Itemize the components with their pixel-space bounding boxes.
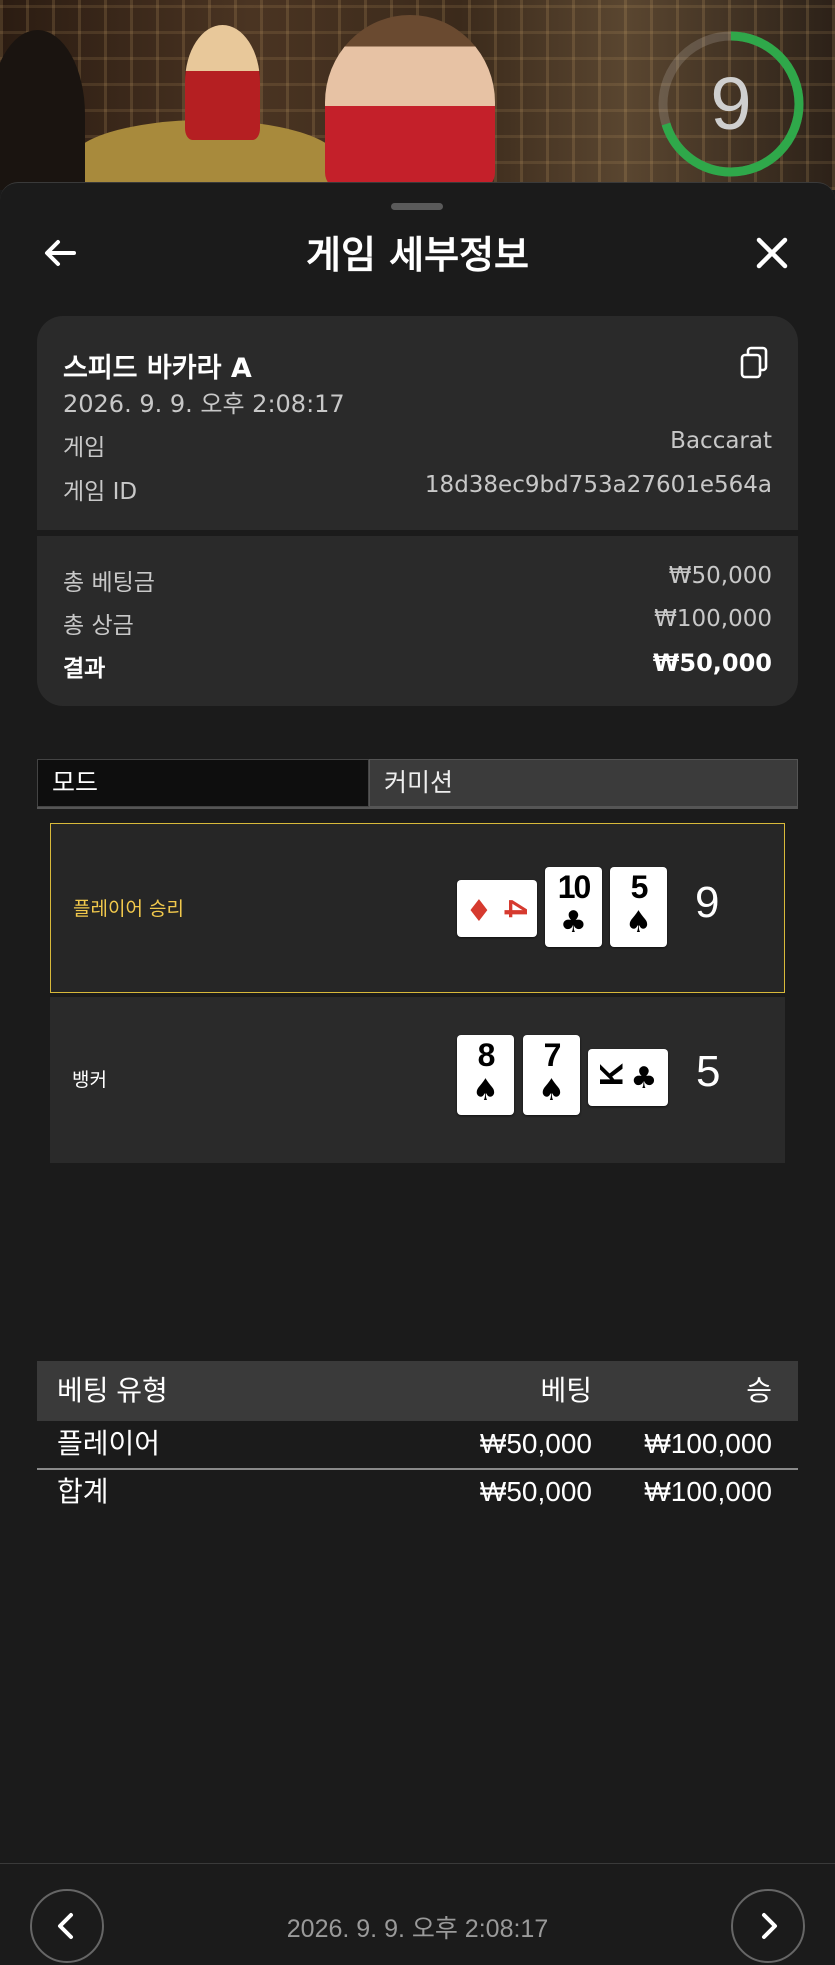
playing-card: ♦ 4 <box>457 880 537 937</box>
game-datetime: 2026. 9. 9. 오후 2:08:17 <box>63 390 345 418</box>
playing-card: 5 ♠ <box>610 867 667 947</box>
tab-bar: 모드 커미션 <box>37 759 798 809</box>
bets-table-header: 베팅 유형 베팅 승 <box>37 1361 798 1421</box>
col-bet: 베팅 <box>540 1375 592 1406</box>
tab-mode[interactable]: 모드 <box>37 759 369 807</box>
total-label: 합계 <box>57 1476 109 1507</box>
playing-card: 8 ♠ <box>457 1035 514 1115</box>
result-value: ₩50,000 <box>652 649 772 677</box>
col-bet-type: 베팅 유형 <box>57 1375 168 1406</box>
table-total-row: 합계 ₩50,000 ₩100,000 <box>37 1469 798 1515</box>
card-rank: 4 <box>497 899 534 916</box>
total-bet-label: 총 베팅금 <box>63 570 155 596</box>
total-winnings-value: ₩100,000 <box>654 606 772 632</box>
game-info-card: 스피드 바카라 A 2026. 9. 9. 오후 2:08:17 게임 Bacc… <box>37 316 798 706</box>
footer-divider <box>0 1863 835 1864</box>
total-winnings-label: 총 상금 <box>63 613 134 639</box>
dealer-figure-back <box>185 25 260 140</box>
result-label: 결과 <box>63 656 106 682</box>
card-suit: ♣ <box>560 905 587 940</box>
total-bet: ₩50,000 <box>479 1476 592 1507</box>
player-result-label: 플레이어 승리 <box>73 898 184 920</box>
banker-result-label: 뱅커 <box>72 1069 107 1091</box>
total-win: ₩100,000 <box>644 1476 772 1507</box>
chevron-right-icon <box>762 1913 777 1939</box>
card-rank: 7 <box>543 1037 562 1073</box>
game-value: Baccarat <box>670 428 772 454</box>
col-win: 승 <box>746 1375 772 1406</box>
close-icon[interactable] <box>752 233 792 273</box>
timer-countdown: 9 <box>710 62 752 145</box>
drag-handle[interactable] <box>391 203 443 210</box>
game-id-value: 18d38ec9bd753a27601e564a <box>424 472 772 498</box>
playing-card: 7 ♠ <box>523 1035 580 1115</box>
game-label: 게임 <box>63 435 106 461</box>
card-suit: ♠ <box>472 1073 499 1108</box>
game-details-sheet: 게임 세부정보 스피드 바카라 A 2026. 9. 9. 오후 2:08:17… <box>0 182 835 1963</box>
copy-icon[interactable] <box>739 346 769 380</box>
page-title: 게임 세부정보 <box>306 233 529 277</box>
total-bet-value: ₩50,000 <box>668 563 772 589</box>
table-row: 플레이어 ₩50,000 ₩100,000 <box>37 1421 798 1467</box>
player-result-row: 플레이어 승리 ♦ 4 10 ♣ 5 ♠ 9 <box>50 823 785 993</box>
bet-amount: ₩50,000 <box>479 1428 592 1459</box>
card-suit: ♠ <box>538 1073 565 1108</box>
player-score: 9 <box>695 878 720 927</box>
win-amount: ₩100,000 <box>644 1428 772 1459</box>
footer-datetime: 2026. 9. 9. 오후 2:08:17 <box>286 1915 549 1943</box>
card-divider <box>37 530 798 536</box>
card-suit: ♠ <box>625 905 652 940</box>
playing-card: 10 ♣ <box>545 867 602 947</box>
card-rank: 10 <box>557 869 592 905</box>
banker-score: 5 <box>696 1047 721 1096</box>
next-round-button[interactable] <box>731 1889 805 1963</box>
card-rank: 8 <box>477 1037 496 1073</box>
banker-result-row: 뱅커 8 ♠ 7 ♠ K ♣ 5 <box>50 997 785 1163</box>
playing-card: K ♣ <box>588 1049 668 1106</box>
card-rank: 5 <box>630 869 649 905</box>
bet-type: 플레이어 <box>57 1428 161 1459</box>
game-id-label: 게임 ID <box>63 479 138 505</box>
game-title: 스피드 바카라 A <box>63 353 252 384</box>
tab-commission[interactable]: 커미션 <box>369 759 798 807</box>
live-video-background: 9 <box>0 0 835 190</box>
card-suit: ♣ <box>630 1061 658 1096</box>
dealer-figure-front <box>325 15 495 190</box>
